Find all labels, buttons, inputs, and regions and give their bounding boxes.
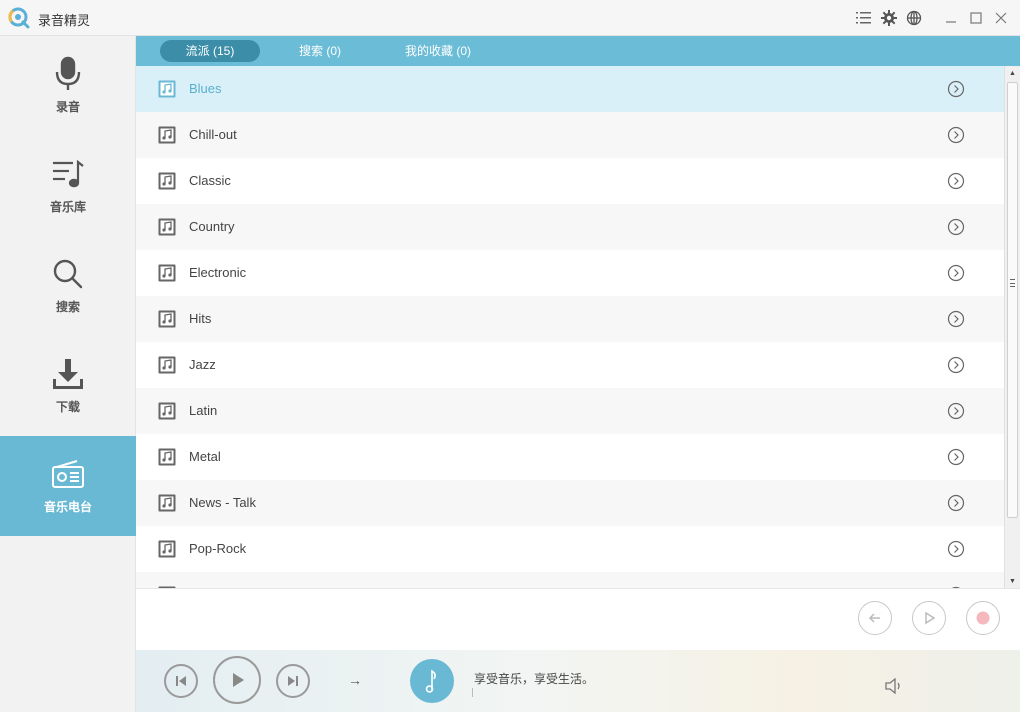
progress-bar[interactable] (472, 688, 473, 697)
app-logo-icon (8, 7, 30, 29)
music-note-icon (158, 540, 176, 558)
genre-name: Chill-out (189, 127, 237, 142)
scroll-down-icon[interactable]: ▼ (1005, 574, 1020, 588)
genre-name: News - Talk (189, 495, 256, 510)
player-play-button[interactable] (213, 656, 261, 704)
chevron-right-icon[interactable] (947, 218, 965, 236)
chevron-right-icon[interactable] (947, 402, 965, 420)
chevron-right-icon[interactable] (947, 264, 965, 282)
tab-genres[interactable]: 流派 (15) (160, 40, 260, 62)
genre-name: Latin (189, 403, 217, 418)
chevron-right-icon[interactable] (947, 448, 965, 466)
music-note-icon (158, 310, 176, 328)
maximize-icon[interactable] (967, 9, 985, 27)
genre-row[interactable]: Pop-Rock (136, 526, 1004, 572)
sidebar-item-label: 音乐库 (0, 198, 136, 215)
radio-icon (48, 454, 88, 494)
sidebar-item-label: 搜索 (0, 298, 136, 315)
player-bar: → 享受音乐，享受生活。 (136, 650, 1020, 712)
gear-icon[interactable] (880, 9, 898, 27)
genre-name: Classic (189, 173, 231, 188)
minimize-icon[interactable] (942, 9, 960, 27)
volume-icon[interactable] (884, 678, 904, 694)
play-button[interactable] (912, 601, 946, 635)
download-icon (48, 354, 88, 394)
scrollbar[interactable]: ▲ ▼ (1004, 66, 1020, 588)
genre-row[interactable]: Electronic (136, 250, 1004, 296)
next-button[interactable] (276, 664, 310, 698)
genre-row[interactable]: Blues (136, 66, 1004, 112)
record-button[interactable] (966, 601, 1000, 635)
search-icon (48, 254, 88, 294)
genre-row[interactable]: Classic (136, 158, 1004, 204)
chevron-right-icon[interactable] (947, 356, 965, 374)
list-icon[interactable] (855, 9, 873, 27)
scroll-up-icon[interactable]: ▲ (1005, 66, 1020, 80)
music-note-icon (158, 80, 176, 98)
sidebar-item-music-library[interactable]: 音乐库 (0, 136, 136, 236)
music-note-icon (158, 218, 176, 236)
sidebar-item-music-radio[interactable]: 音乐电台 (0, 436, 136, 536)
action-bar (136, 588, 1020, 650)
sidebar-item-record[interactable]: 录音 (0, 36, 136, 136)
music-note-icon (158, 494, 176, 512)
close-icon[interactable] (992, 9, 1010, 27)
genre-row[interactable] (136, 572, 1004, 588)
genre-name: Hits (189, 311, 211, 326)
previous-button[interactable] (164, 664, 198, 698)
music-note-icon (158, 402, 176, 420)
chevron-right-icon[interactable] (947, 172, 965, 190)
playback-mode-indicator[interactable]: → (348, 672, 362, 688)
chevron-right-icon[interactable] (947, 80, 965, 98)
now-playing-disc (410, 659, 454, 703)
music-note-icon (158, 448, 176, 466)
player-slogan: 享受音乐，享受生活。 (474, 670, 594, 687)
genre-row[interactable]: Jazz (136, 342, 1004, 388)
scrollbar-thumb[interactable] (1007, 82, 1018, 518)
chevron-right-icon[interactable] (947, 494, 965, 512)
music-note-icon (158, 126, 176, 144)
tab-search[interactable]: 搜索 (0) (278, 40, 362, 62)
play-icon (921, 610, 937, 626)
music-library-icon (48, 154, 88, 194)
play-icon (227, 670, 247, 690)
back-icon (867, 610, 883, 626)
genre-name: Pop-Rock (189, 541, 246, 556)
music-note-icon (158, 172, 176, 190)
chevron-right-icon[interactable] (947, 126, 965, 144)
genre-row[interactable]: Country (136, 204, 1004, 250)
genre-list: Blues Chill-out Classic Country Electronic Hi… (136, 66, 1004, 588)
music-note-icon (422, 668, 442, 694)
genre-name: Country (189, 219, 235, 234)
sidebar-item-label: 下载 (0, 398, 136, 415)
music-note-icon (158, 356, 176, 374)
genre-row[interactable]: Latin (136, 388, 1004, 434)
sidebar-item-label: 录音 (0, 98, 136, 115)
previous-icon (174, 674, 188, 688)
genre-name: Jazz (189, 357, 216, 372)
microphone-icon (48, 54, 88, 94)
chevron-right-icon[interactable] (947, 310, 965, 328)
app-title: 录音精灵 (38, 10, 90, 29)
sidebar-item-search[interactable]: 搜索 (0, 236, 136, 336)
genre-row[interactable]: News - Talk (136, 480, 1004, 526)
genre-name: Electronic (189, 265, 246, 280)
tab-favorites[interactable]: 我的收藏 (0) (392, 40, 484, 62)
chevron-right-icon[interactable] (947, 540, 965, 558)
tab-bar: 流派 (15) 搜索 (0) 我的收藏 (0) (136, 36, 1020, 66)
genre-row[interactable]: Metal (136, 434, 1004, 480)
music-note-icon (158, 264, 176, 282)
genre-name: Metal (189, 449, 221, 464)
globe-icon[interactable] (905, 9, 923, 27)
sidebar-item-download[interactable]: 下载 (0, 336, 136, 436)
back-button[interactable] (858, 601, 892, 635)
next-icon (286, 674, 300, 688)
genre-name: Blues (189, 81, 222, 96)
sidebar-item-label: 音乐电台 (0, 498, 136, 515)
title-bar: 录音精灵 (0, 0, 1020, 36)
genre-row[interactable]: Hits (136, 296, 1004, 342)
record-icon (975, 610, 991, 626)
genre-row[interactable]: Chill-out (136, 112, 1004, 158)
sidebar: 录音 音乐库 搜索 下载 (0, 36, 136, 712)
